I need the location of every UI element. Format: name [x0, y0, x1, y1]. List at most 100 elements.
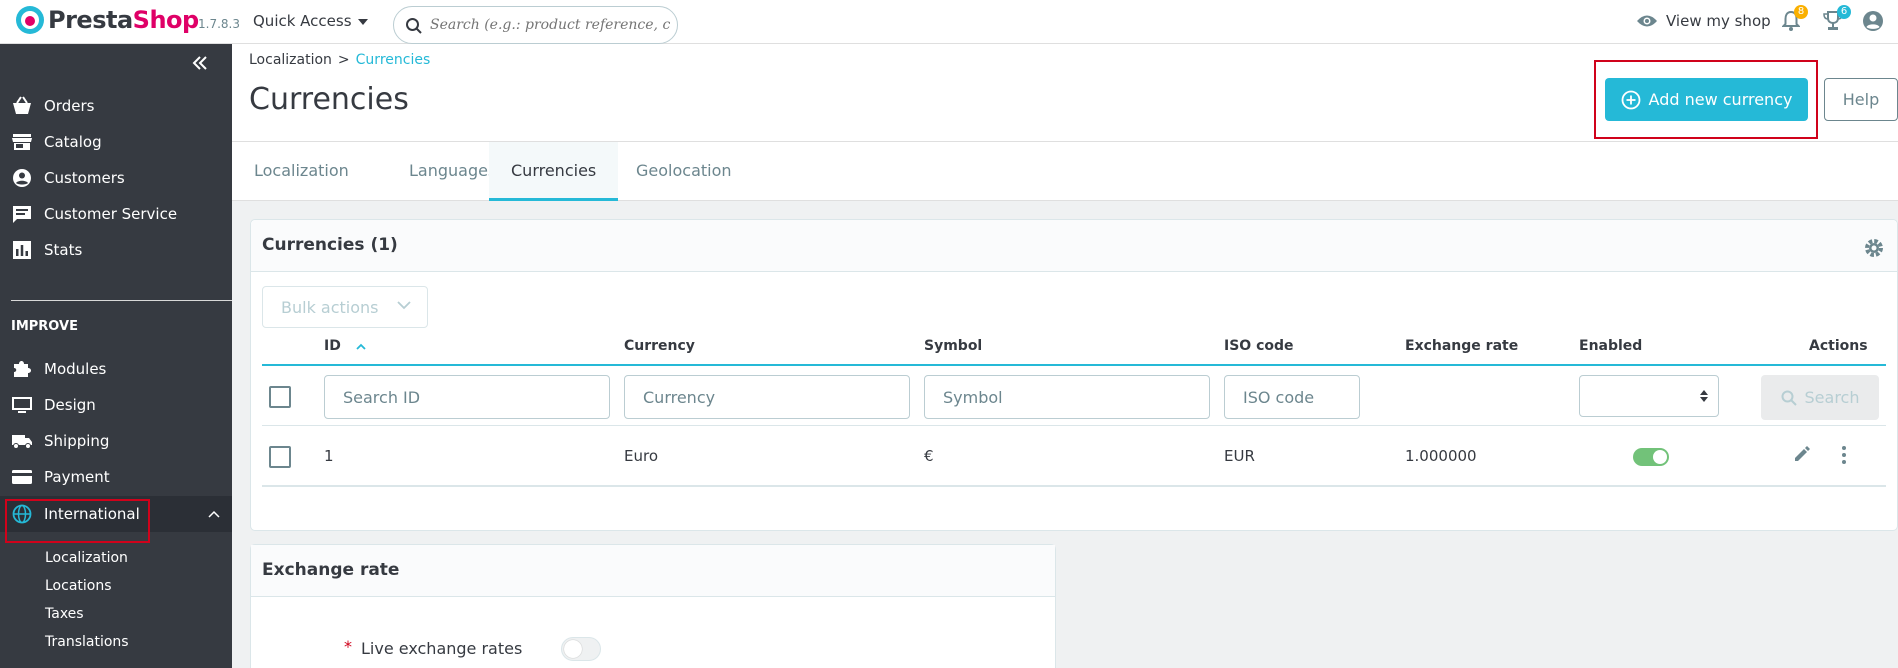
- cell-iso: EUR: [1224, 447, 1255, 465]
- search-input[interactable]: [430, 14, 670, 36]
- sidebar-section-improve: IMPROVE: [11, 319, 78, 334]
- bulk-actions-label: Bulk actions: [281, 298, 379, 317]
- sidebar-item-customers[interactable]: Customers: [0, 160, 232, 196]
- sidebar-item-modules[interactable]: Modules: [0, 351, 232, 387]
- column-header-currency[interactable]: Currency: [624, 338, 695, 354]
- logo-icon: [16, 6, 44, 34]
- currencies-card: Currencies (1) Bulk actions ID Currency …: [250, 219, 1898, 531]
- collapse-sidebar-icon[interactable]: [192, 56, 208, 70]
- help-button[interactable]: Help: [1824, 78, 1898, 121]
- submenu-item-localization[interactable]: Localization: [45, 550, 128, 566]
- column-header-id-label: ID: [324, 338, 341, 354]
- sidebar: Orders Catalog Customers Customer Servic…: [0, 44, 232, 668]
- filter-enabled-select[interactable]: [1579, 375, 1719, 417]
- page-title: Currencies: [249, 82, 409, 117]
- filter-currency-input[interactable]: [624, 375, 910, 419]
- logo-text: PrestaShop: [48, 6, 199, 34]
- trophy-button[interactable]: 6: [1823, 5, 1851, 36]
- required-marker: *: [344, 637, 352, 656]
- submenu-item-locations[interactable]: Locations: [45, 578, 112, 594]
- sidebar-item-customer-service[interactable]: Customer Service: [0, 196, 232, 232]
- search-icon: [406, 18, 422, 34]
- sidebar-item-stats[interactable]: Stats: [0, 232, 232, 268]
- sidebar-item-payment[interactable]: Payment: [0, 459, 232, 495]
- sidebar-item-label: Catalog: [44, 133, 102, 151]
- column-header-enabled[interactable]: Enabled: [1579, 338, 1642, 354]
- sidebar-item-orders[interactable]: Orders: [0, 88, 232, 124]
- cell-currency: Euro: [624, 447, 658, 465]
- gear-icon[interactable]: [1863, 237, 1885, 259]
- view-my-shop-link[interactable]: View my shop: [1636, 12, 1771, 30]
- notifications-badge: 8: [1794, 5, 1808, 19]
- notifications-button[interactable]: 8: [1781, 5, 1808, 36]
- cell-symbol: €: [924, 447, 934, 465]
- breadcrumb-separator: >: [337, 52, 350, 68]
- search-icon: [1781, 390, 1797, 406]
- breadcrumb-current[interactable]: Currencies: [356, 52, 431, 68]
- row-checkbox[interactable]: [269, 446, 291, 468]
- card-title: Currencies (1): [262, 235, 398, 255]
- tab-currencies[interactable]: Currencies: [489, 142, 619, 201]
- tab-geolocation[interactable]: Geolocation: [614, 142, 754, 201]
- account-circle-icon: [13, 169, 31, 187]
- sidebar-item-label: Customers: [44, 169, 125, 187]
- sidebar-item-label: Design: [44, 396, 96, 414]
- card-header: Currencies (1): [251, 220, 1897, 272]
- chevron-up-icon: [208, 510, 220, 518]
- chat-icon: [13, 206, 31, 223]
- edit-pencil-icon[interactable]: [1793, 445, 1811, 463]
- exchange-rate-card: Exchange rate * Live exchange rates: [250, 544, 1056, 668]
- column-header-iso[interactable]: ISO code: [1224, 338, 1294, 354]
- search-button[interactable]: Search: [1761, 375, 1879, 420]
- sidebar-item-label: Shipping: [44, 432, 110, 450]
- filter-id-input[interactable]: [324, 375, 610, 419]
- column-header-exchange-rate[interactable]: Exchange rate: [1405, 338, 1518, 354]
- sidebar-item-shipping[interactable]: Shipping: [0, 423, 232, 459]
- select-arrows-icon: [1700, 390, 1708, 402]
- bulk-actions-button[interactable]: Bulk actions: [262, 286, 428, 328]
- version-label: 1.7.8.3: [198, 17, 240, 31]
- row-bottom-border: [262, 485, 1886, 487]
- submenu-item-taxes[interactable]: Taxes: [45, 606, 84, 622]
- filter-symbol-input[interactable]: [924, 375, 1210, 419]
- live-exchange-rates-switch[interactable]: [561, 637, 601, 661]
- account-button[interactable]: [1862, 10, 1884, 36]
- tab-localization[interactable]: Localization: [232, 142, 371, 201]
- bar-chart-icon: [13, 241, 31, 259]
- chevron-down-icon: [397, 301, 411, 310]
- enabled-toggle[interactable]: [1633, 448, 1669, 466]
- breadcrumb-parent[interactable]: Localization: [249, 52, 332, 68]
- trophy-badge: 6: [1837, 5, 1851, 19]
- account-circle-icon: [1863, 11, 1883, 31]
- top-bar: PrestaShop 1.7.8.3 Quick Access View my …: [0, 0, 1898, 44]
- filter-iso-input[interactable]: [1224, 375, 1360, 419]
- sidebar-item-label: Modules: [44, 360, 107, 378]
- column-header-id[interactable]: ID: [324, 338, 366, 354]
- sidebar-item-label: Customer Service: [44, 205, 178, 223]
- store-icon: [12, 134, 32, 150]
- highlight-box-add-currency: [1594, 60, 1818, 139]
- row-divider: [262, 425, 1886, 426]
- column-header-actions: Actions: [1809, 338, 1868, 354]
- sidebar-item-design[interactable]: Design: [0, 387, 232, 423]
- submenu-item-translations[interactable]: Translations: [45, 634, 129, 650]
- tabs-bar: Localization Languages Currencies Geoloc…: [232, 141, 1898, 201]
- desktop-icon: [12, 397, 32, 413]
- truck-icon: [12, 435, 32, 449]
- select-all-checkbox[interactable]: [269, 386, 291, 408]
- sidebar-item-label: Stats: [44, 241, 83, 259]
- quick-access-dropdown[interactable]: Quick Access: [253, 12, 368, 30]
- column-header-symbol[interactable]: Symbol: [924, 338, 982, 354]
- cell-id: 1: [324, 447, 334, 465]
- sidebar-item-catalog[interactable]: Catalog: [0, 124, 232, 160]
- live-exchange-rates-label: Live exchange rates: [361, 639, 523, 658]
- basket-icon: [13, 96, 31, 114]
- cell-exchange-rate: 1.000000: [1405, 447, 1477, 465]
- search-button-label: Search: [1804, 388, 1860, 407]
- prestashop-logo[interactable]: PrestaShop: [16, 6, 199, 34]
- exchange-card-header: Exchange rate: [251, 545, 1055, 597]
- caret-down-icon: [357, 19, 368, 25]
- sidebar-item-label: Orders: [44, 97, 95, 115]
- sort-asc-icon[interactable]: [356, 343, 366, 350]
- more-vertical-icon[interactable]: [1841, 445, 1847, 465]
